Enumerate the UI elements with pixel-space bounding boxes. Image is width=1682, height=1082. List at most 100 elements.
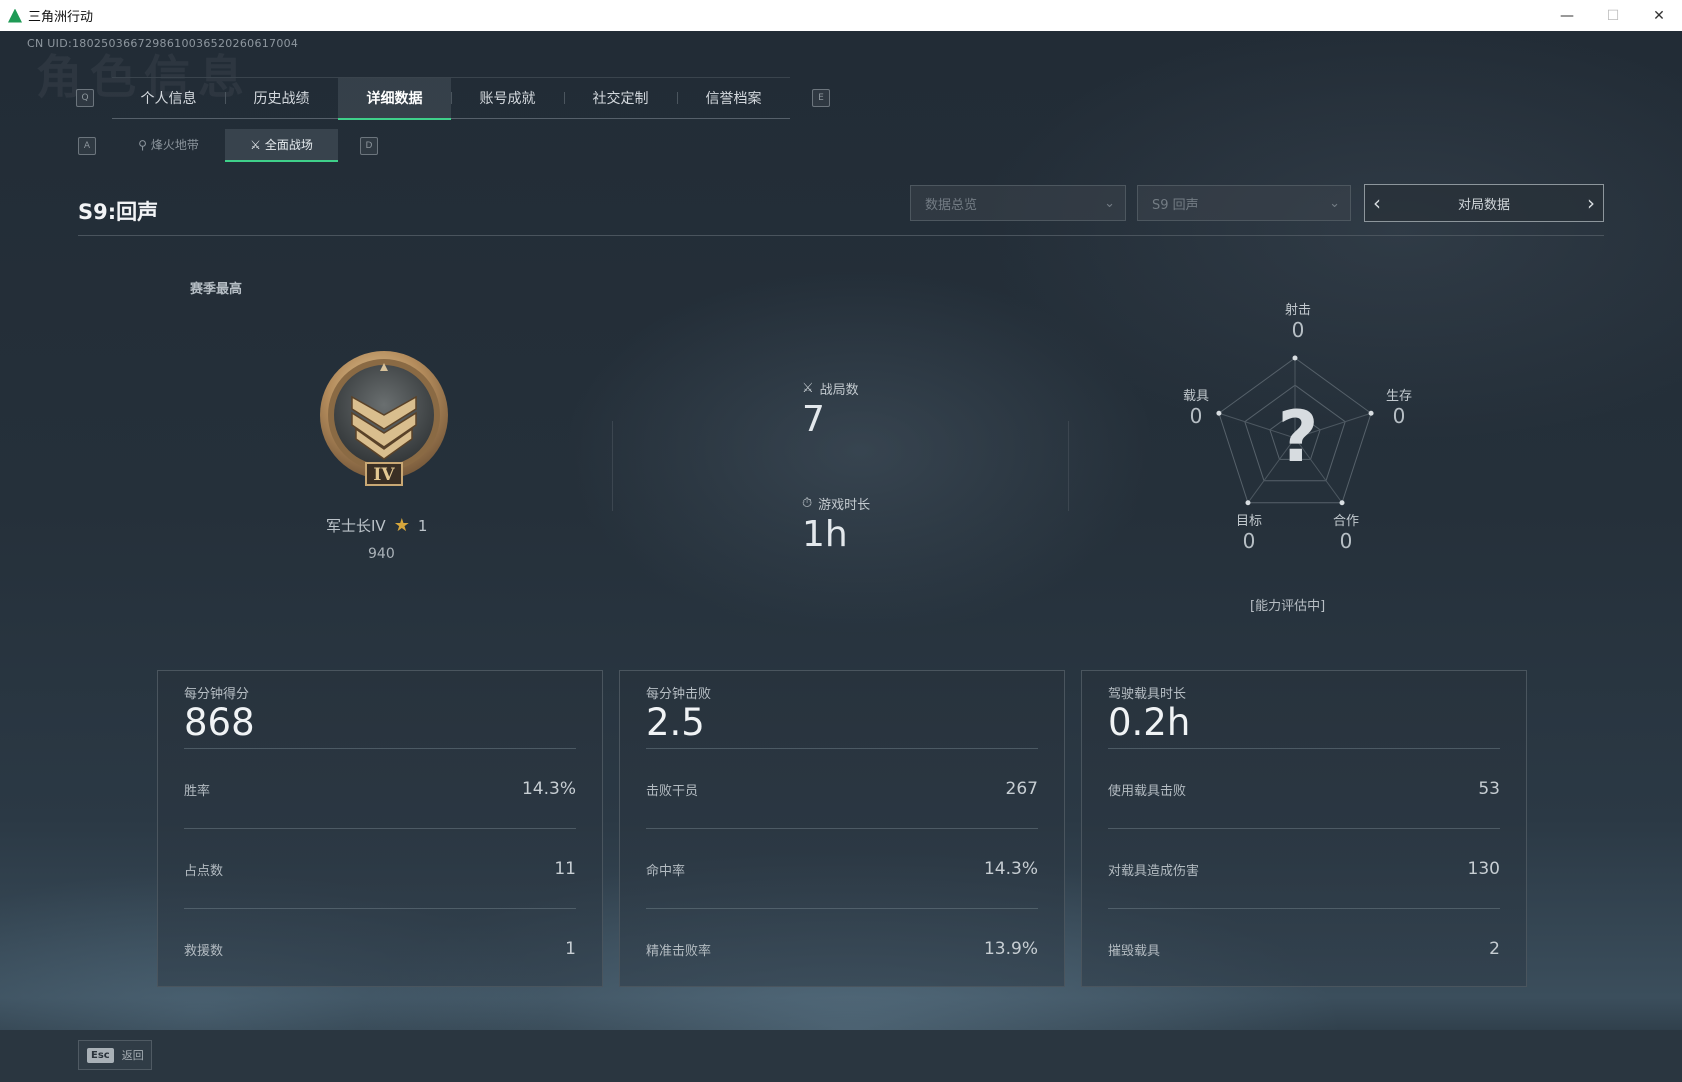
card-head-value: 868 — [184, 701, 255, 744]
stat-key: 击败干员 — [646, 783, 699, 799]
radar-vertex-dot — [1339, 500, 1345, 506]
radar-vertex-dot — [1292, 355, 1298, 361]
stat-value: 2 — [1489, 939, 1500, 959]
column-divider — [1068, 421, 1069, 511]
stat-row: 命中率 14.3% — [646, 828, 1038, 909]
card-head-value: 0.2h — [1108, 701, 1191, 744]
maximize-button[interactable]: ☐ — [1590, 0, 1636, 31]
kill-stats-card: 每分钟击败 2.5 击败干员 267 命中率 14.3% 精准击败率 13.9% — [619, 670, 1065, 987]
stat-value: 11 — [554, 859, 576, 879]
radar-vertex-dot — [1245, 500, 1251, 506]
stopwatch-icon: ⏱ — [802, 496, 813, 511]
season-dropdown-value: S9 回声 — [1152, 197, 1199, 213]
column-divider — [612, 421, 613, 511]
close-button[interactable]: ✕ — [1636, 0, 1682, 31]
ability-eval-status: [能力评估中] — [1250, 599, 1326, 614]
radar-label-teamwork: 合作 — [1332, 514, 1359, 529]
stat-value: 14.3% — [521, 779, 576, 799]
window-titlebar: 三角洲行动 — ☐ ✕ — [0, 0, 1682, 32]
tab-social-custom[interactable]: 社交定制 — [564, 78, 677, 118]
rank-badge-icon: IV — [320, 351, 448, 486]
stat-row: 击败干员 267 — [646, 748, 1038, 829]
stat-row: 摧毁载具 2 — [1108, 908, 1500, 989]
stat-key: 使用载具击败 — [1108, 783, 1187, 799]
stat-value: 53 — [1478, 779, 1500, 799]
back-label: 返回 — [121, 1049, 144, 1062]
subtab-battlefield[interactable]: ⚔ 全面战场 — [225, 129, 338, 162]
stat-key: 占点数 — [184, 863, 224, 879]
stat-value: 267 — [1005, 779, 1038, 799]
subtab-fire-zone[interactable]: ⚲ 烽火地带 — [112, 129, 225, 160]
stat-key: 胜率 — [184, 783, 211, 799]
score-stats-card: 每分钟得分 868 胜率 14.3% 占点数 11 救援数 1 — [157, 670, 603, 987]
chevron-down-icon: ⌄ — [1104, 195, 1115, 211]
stat-key: 精准击败率 — [646, 943, 712, 959]
radar-unknown-mark: ? — [1278, 396, 1319, 478]
minimize-button[interactable]: — — [1544, 0, 1590, 31]
stat-value: 13.9% — [983, 939, 1038, 959]
stat-row: 占点数 11 — [184, 828, 576, 909]
game-stage: 角色信息 CN UID:1802503667298610036520260617… — [0, 31, 1682, 1082]
card-head-label: 驾驶载具时长 — [1108, 687, 1187, 702]
stat-value: 130 — [1467, 859, 1500, 879]
tab-personal-info[interactable]: 个人信息 — [112, 78, 225, 118]
season-best-label: 赛季最高 — [190, 282, 243, 297]
pager-next-button[interactable]: › — [1587, 191, 1595, 215]
radar-label-objective: 目标 — [1235, 514, 1262, 529]
chevron-down-icon: ⌄ — [1329, 195, 1340, 211]
radar-label-vehicle: 载具 — [1182, 389, 1209, 404]
playtime-value: 1h — [802, 514, 848, 555]
radar-value-objective: 0 — [1242, 529, 1256, 553]
playtime-label: 游戏时长 — [818, 498, 871, 513]
rank-name: 军士长IV — [326, 517, 386, 535]
overview-dropdown[interactable]: 数据总览 ⌄ — [910, 185, 1126, 221]
radar-value-vehicle: 0 — [1189, 404, 1203, 428]
vehicle-stats-card: 驾驶载具时长 0.2h 使用载具击败 53 对载具造成伤害 130 摧毁载具 2 — [1081, 670, 1527, 987]
radar-label-survival: 生存 — [1385, 389, 1412, 404]
overview-dropdown-value: 数据总览 — [925, 197, 978, 213]
stat-value: 1 — [565, 939, 576, 959]
matches-label: 战局数 — [819, 383, 859, 398]
matches-value: 7 — [802, 399, 825, 440]
fire-zone-icon: ⚲ — [138, 137, 147, 152]
pager-label: 对局数据 — [1457, 197, 1510, 213]
stat-key: 对载具造成伤害 — [1108, 863, 1200, 879]
key-hint-prev-tab[interactable]: Q — [76, 89, 94, 107]
season-dropdown[interactable]: S9 回声 ⌄ — [1137, 185, 1351, 221]
pager-prev-button[interactable]: ‹ — [1373, 191, 1381, 215]
tab-reputation[interactable]: 信誉档案 — [677, 78, 790, 118]
key-hint-prev-subtab[interactable]: A — [78, 137, 96, 155]
stat-key: 救援数 — [184, 943, 224, 959]
main-tabs: 个人信息 历史战绩 详细数据 账号成就 社交定制 信誉档案 — [112, 77, 790, 120]
window-title: 三角洲行动 — [28, 9, 94, 24]
radar-value-teamwork: 0 — [1339, 529, 1353, 553]
key-hint-next-tab[interactable]: E — [812, 89, 830, 107]
stat-row: 使用载具击败 53 — [1108, 748, 1500, 829]
esc-key-hint: Esc — [87, 1047, 114, 1063]
rank-badge-numeral: IV — [373, 465, 395, 485]
season-title: S9:回声 — [78, 200, 159, 224]
key-hint-next-subtab[interactable]: D — [360, 137, 378, 155]
radar-label-shooting: 射击 — [1284, 303, 1311, 318]
tab-achievements[interactable]: 账号成就 — [451, 78, 564, 118]
player-uid: CN UID:1802503667298610036520260617004 — [27, 37, 299, 50]
rank-stars: 1 — [417, 516, 428, 535]
stat-row: 精准击败率 13.9% — [646, 908, 1038, 989]
mode-subtabs: ⚲ 烽火地带 ⚔ 全面战场 — [112, 129, 338, 162]
stat-key: 命中率 — [646, 863, 686, 879]
rank-name-row: 军士长IV ★ 1 — [326, 515, 427, 536]
app-logo-icon — [8, 8, 22, 23]
back-button[interactable]: Esc 返回 — [78, 1040, 152, 1070]
stat-row: 胜率 14.3% — [184, 748, 576, 829]
card-head-label: 每分钟击败 — [646, 687, 712, 702]
tab-match-history[interactable]: 历史战绩 — [225, 78, 338, 118]
header-divider — [78, 235, 1604, 236]
playtime-stat: ⏱ 游戏时长 1h — [802, 494, 870, 555]
stat-row: 对载具造成伤害 130 — [1108, 828, 1500, 909]
star-icon: ★ — [393, 515, 410, 536]
rank-points: 940 — [368, 546, 395, 562]
card-head-value: 2.5 — [646, 701, 705, 744]
card-head-label: 每分钟得分 — [184, 687, 250, 702]
tab-detailed-data[interactable]: 详细数据 — [338, 78, 451, 120]
stat-value: 14.3% — [983, 859, 1038, 879]
